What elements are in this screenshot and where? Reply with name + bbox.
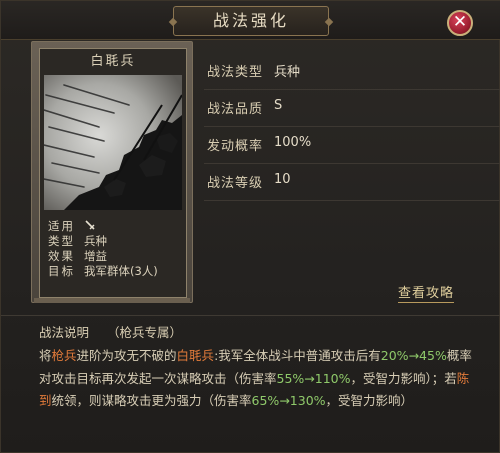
attr-row-level: 战法等级 10 — [204, 164, 500, 201]
meta-value: 我军群体(3人) — [84, 264, 158, 278]
dialog-title: 战法强化 — [173, 6, 329, 36]
close-icon[interactable]: ✕ — [447, 10, 473, 36]
tactic-card-name: 白毦兵 — [90, 54, 136, 69]
attr-value: 10 — [274, 172, 291, 187]
attr-label: 战法等级 — [207, 176, 264, 191]
meta-row-effect: 效果 增益 — [48, 249, 183, 264]
attr-label: 战法品质 — [207, 102, 264, 117]
meta-label: 目标 — [48, 264, 75, 278]
description-segment: 统领，则谋略攻击更为强力（伤害率 — [51, 393, 252, 408]
description-segment: 白毦兵 — [176, 348, 215, 363]
description-segment: :我军全体战斗中普通攻击后有 — [214, 348, 381, 363]
description-segment: 进阶为攻无不破的 — [76, 348, 177, 363]
view-guide-link[interactable]: 查看攻略 — [398, 286, 455, 303]
meta-row-applicable: 适用 — [48, 219, 183, 234]
description-body: 将枪兵进阶为攻无不破的白毦兵:我军全体战斗中普通攻击后有20%→45%概率对攻击… — [39, 345, 479, 413]
cavalry-silhouette-image — [44, 75, 182, 210]
description-segment: 将 — [39, 348, 52, 363]
meta-row-type: 类型 兵种 — [48, 234, 183, 249]
tactic-description: 战法说明 （枪兵专属） 将枪兵进阶为攻无不破的白毦兵:我军全体战斗中普通攻击后有… — [39, 323, 479, 413]
description-header: 战法说明 （枪兵专属） — [39, 323, 479, 343]
attr-value: 100% — [274, 135, 312, 150]
tactic-meta: 适用 类型 兵种 效果 增益 目标 我军群体(3人) — [48, 219, 183, 279]
meta-row-target: 目标 我军群体(3人) — [48, 264, 183, 279]
meta-value — [84, 219, 183, 234]
attr-label: 战法类型 — [207, 65, 264, 80]
description-segment: ，受智力影响）；若 — [350, 370, 457, 386]
attr-row-type: 战法类型 兵种 — [204, 53, 500, 90]
tactic-card-inner: 白毦兵 适用 类型 兵种 效果 增益 目标 我军群体(3人) — [39, 48, 187, 298]
meta-label: 适用 — [48, 219, 75, 233]
tactic-card: 白毦兵 适用 类型 兵种 效果 增益 目标 我军群体(3人) — [31, 41, 193, 303]
attr-value: S — [274, 98, 283, 113]
description-segment: ，受智力影响） — [325, 393, 414, 408]
meta-value: 增益 — [84, 249, 107, 263]
attr-value: 兵种 — [274, 65, 301, 80]
tactic-enhance-dialog: 战法强化 ✕ 白毦兵 适用 类型 兵种 效果 增益 目标 我军群体(3人) 战法… — [0, 0, 500, 453]
card-scroll-edge — [34, 298, 190, 303]
tactic-artwork — [44, 75, 182, 210]
attr-row-probability: 发动概率 100% — [204, 127, 500, 164]
meta-label: 类型 — [48, 234, 75, 248]
meta-label: 效果 — [48, 249, 75, 263]
description-segment: 65%→130% — [251, 393, 326, 408]
meta-value: 兵种 — [84, 234, 107, 248]
sword-icon — [85, 220, 95, 230]
description-tag: （枪兵专属） — [107, 325, 183, 340]
description-heading: 战法说明 — [39, 325, 90, 340]
description-segment: 枪兵 — [51, 348, 77, 363]
attr-label: 发动概率 — [207, 139, 264, 154]
divider — [1, 315, 500, 316]
description-segment: 55%→110% — [276, 370, 351, 386]
attr-row-quality: 战法品质 S — [204, 90, 500, 127]
description-segment: 20%→45% — [380, 348, 447, 363]
tactic-attributes: 战法类型 兵种 战法品质 S 发动概率 100% 战法等级 10 — [204, 53, 500, 201]
